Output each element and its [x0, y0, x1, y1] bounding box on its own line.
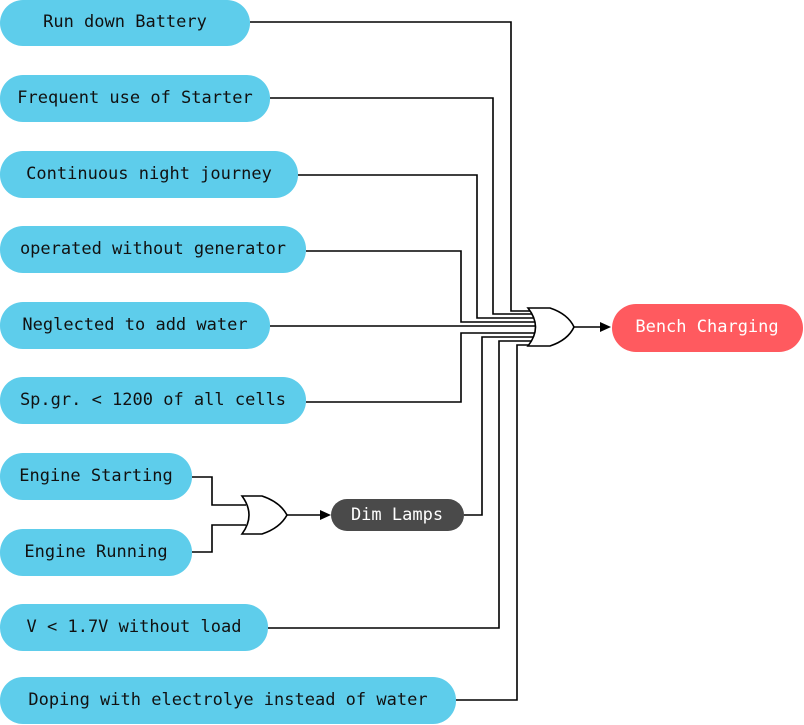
label-frequent-use-of-starter: Frequent use of Starter [17, 88, 252, 108]
label-neglected-to-add-water: Neglected to add water [22, 315, 247, 335]
node-v-below-1-7v: V < 1.7V without load [0, 604, 268, 651]
wire-frequent-use-of-starter [270, 97, 538, 315]
node-engine-starting: Engine Starting [0, 453, 192, 500]
label-run-down-battery: Run down Battery [43, 12, 207, 32]
connectors [192, 21, 611, 701]
node-dim-lamps: Dim Lamps [331, 499, 464, 531]
node-frequent-use-of-starter: Frequent use of Starter [0, 75, 270, 122]
label-continuous-night-journey: Continuous night journey [26, 164, 272, 184]
arrowhead-bench-charging [600, 322, 611, 332]
label-sp-gr-below-1200: Sp.gr. < 1200 of all cells [20, 390, 286, 410]
wire-operated-without-generator [306, 250, 539, 323]
label-doping-with-electrolyte: Doping with electrolye instead of water [28, 690, 427, 710]
label-engine-running: Engine Running [24, 542, 167, 562]
label-engine-starting: Engine Starting [19, 466, 173, 486]
label-bench-charging: Bench Charging [635, 317, 778, 337]
label-dim-lamps: Dim Lamps [351, 505, 443, 525]
node-engine-running: Engine Running [0, 529, 192, 576]
node-bench-charging: Bench Charging [612, 304, 803, 352]
arrowhead-dim-lamps [320, 510, 331, 520]
node-neglected-to-add-water: Neglected to add water [0, 302, 270, 349]
wire-dim-lamps [464, 336, 539, 516]
or-gate-main [526, 307, 575, 347]
node-operated-without-generator: operated without generator [0, 226, 306, 273]
node-doping-with-electrolyte: Doping with electrolye instead of water [0, 677, 456, 724]
wire-sp-gr [306, 332, 539, 403]
node-continuous-night-journey: Continuous night journey [0, 151, 298, 198]
fault-tree-diagram: Run down Battery Frequent use of Starter… [0, 0, 803, 724]
wire-continuous-night-journey [298, 174, 539, 319]
wire-doping-with-electrolyte [456, 344, 536, 701]
label-v-below-1-7v: V < 1.7V without load [27, 617, 242, 637]
wire-engine-running [192, 524, 246, 553]
node-sp-gr-below-1200: Sp.gr. < 1200 of all cells [0, 377, 306, 424]
wire-v-below-1-7v [268, 340, 538, 629]
label-operated-without-generator: operated without generator [20, 239, 286, 259]
wire-engine-starting [192, 476, 246, 506]
or-gate-dim-lamps [240, 495, 288, 535]
node-run-down-battery: Run down Battery [0, 0, 250, 46]
